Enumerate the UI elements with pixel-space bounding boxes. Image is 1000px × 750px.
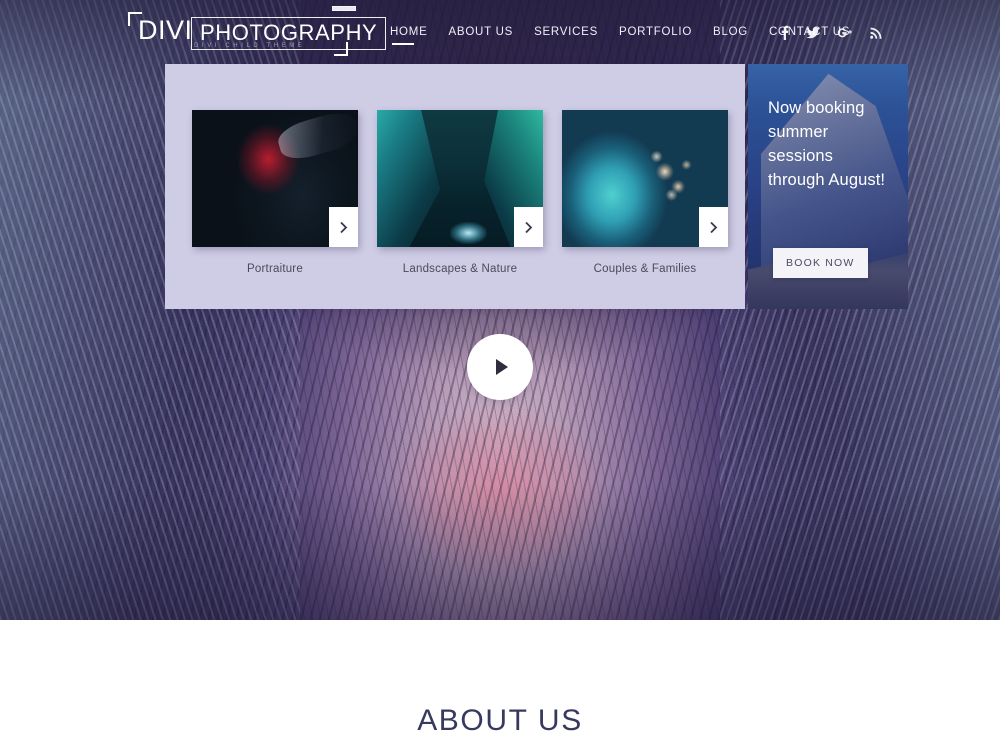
category-card[interactable]: Landscapes & Nature xyxy=(377,110,543,275)
category-card-caption: Portraiture xyxy=(247,263,303,275)
category-card-image-couples[interactable] xyxy=(562,110,728,247)
logo-subtitle: DIVI CHILD THEME xyxy=(194,43,306,49)
chevron-right-icon[interactable] xyxy=(699,207,728,247)
nav-item-services[interactable]: SERVICES xyxy=(534,26,598,45)
site-header: DIVI PHOTOGRAPHY DIVI CHILD THEME HOME A… xyxy=(0,0,1000,66)
top-divider-mark xyxy=(332,6,356,11)
rss-icon[interactable] xyxy=(870,27,882,39)
about-section: ABOUT US xyxy=(0,620,1000,750)
landscape-water-glow xyxy=(450,222,487,245)
category-card-image-portraiture[interactable] xyxy=(192,110,358,247)
photography-landing-page: DIVI PHOTOGRAPHY DIVI CHILD THEME HOME A… xyxy=(0,0,1000,750)
nav-item-home[interactable]: HOME xyxy=(390,26,428,45)
category-card-caption: Couples & Families xyxy=(593,263,697,275)
chevron-right-icon[interactable] xyxy=(329,207,358,247)
category-card[interactable]: Couples & Families xyxy=(562,110,728,275)
category-card-list: Portraiture Landscapes & Nature Couples … xyxy=(192,110,728,275)
nav-item-blog[interactable]: BLOG xyxy=(713,26,748,45)
category-slider-panel: Portraiture Landscapes & Nature Couples … xyxy=(165,64,745,309)
social-links xyxy=(780,25,882,40)
chevron-right-icon[interactable] xyxy=(514,207,543,247)
booking-headline: Now booking summer sessions through Augu… xyxy=(768,99,886,189)
category-card-image-landscapes[interactable] xyxy=(377,110,543,247)
twitter-icon[interactable] xyxy=(806,26,820,39)
about-section-title: ABOUT US xyxy=(417,704,583,737)
play-icon xyxy=(496,359,508,375)
google-plus-icon[interactable] xyxy=(837,27,853,39)
category-card-caption: Landscapes & Nature xyxy=(402,263,518,275)
nav-item-portfolio[interactable]: PORTFOLIO xyxy=(619,26,692,45)
book-now-button[interactable]: BOOK NOW xyxy=(773,248,868,278)
site-logo[interactable]: DIVI PHOTOGRAPHY DIVI CHILD THEME xyxy=(128,12,387,56)
video-play-button[interactable] xyxy=(467,334,533,400)
category-card[interactable]: Portraiture xyxy=(192,110,358,275)
booking-promo-panel: Now booking summer sessions through Augu… xyxy=(748,64,908,309)
nav-item-about-us[interactable]: ABOUT US xyxy=(449,26,514,45)
logo-primary-text: DIVI xyxy=(138,15,193,45)
facebook-icon[interactable] xyxy=(780,25,789,40)
